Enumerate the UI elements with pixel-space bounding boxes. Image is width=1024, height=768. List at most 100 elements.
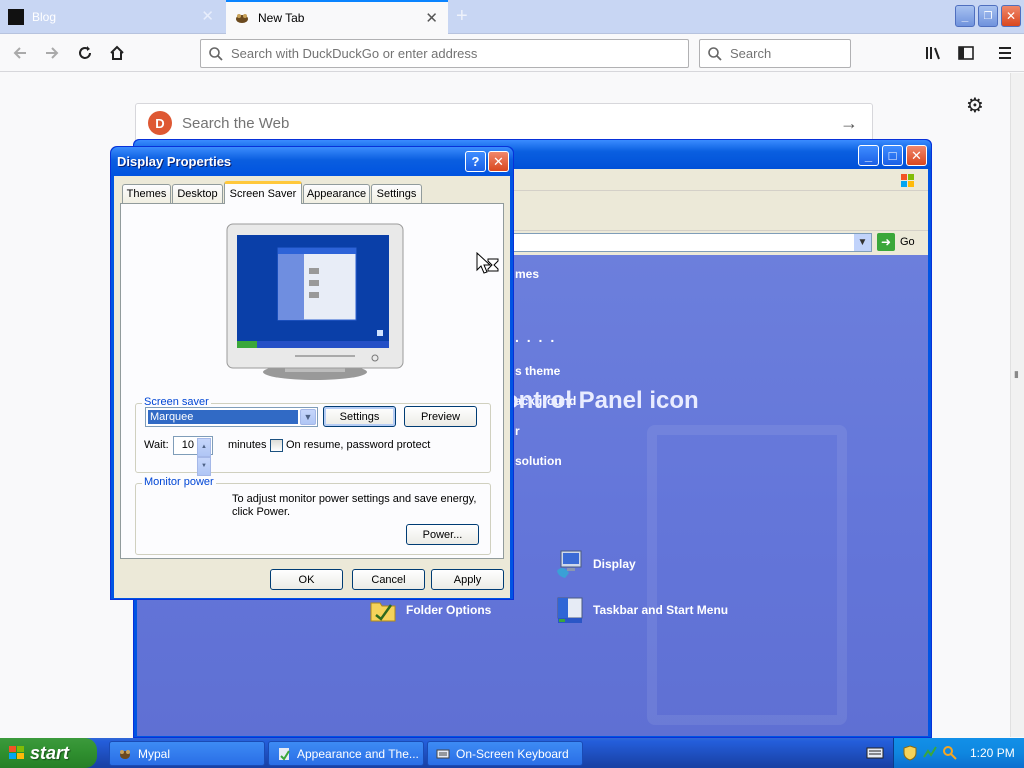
power-button[interactable]: Power... [406,524,479,545]
folder-options-label: Folder Options [406,603,492,617]
windows-logo-icon [901,174,914,187]
ok-button[interactable]: OK [270,569,343,590]
taskbar-item-on-screen-keyboard[interactable]: On-Screen Keyboard [427,741,583,766]
minimize-button[interactable]: _ [858,145,879,166]
menu-button[interactable] [993,42,1017,64]
task-link[interactable]: solution [515,454,562,468]
tab-screen-saver[interactable]: Screen Saver [224,181,302,204]
sidebar-button[interactable] [954,42,978,64]
keyboard-language-icon[interactable] [866,746,884,760]
reload-button[interactable] [73,42,97,64]
tab-themes[interactable]: Themes [122,184,171,203]
display-item[interactable]: Display [555,549,636,579]
wait-minutes-input[interactable]: 10 ▲ ▼ [173,436,213,476]
duckduckgo-logo-icon: D [148,111,172,135]
address-dropdown-button[interactable]: ▼ [854,234,871,251]
close-tab-icon[interactable]: ✕ [201,9,214,25]
security-shield-icon[interactable] [902,745,918,761]
task-link[interactable]: s theme [515,364,560,378]
taskbar-start-menu-item[interactable]: Taskbar and Start Menu [555,595,728,625]
apply-button[interactable]: Apply [431,569,504,590]
forward-button[interactable] [40,42,64,64]
wait-spinner[interactable]: ▲ ▼ [197,438,211,476]
chevron-down-icon: ▼ [300,409,316,425]
taskbar-start-menu-label: Taskbar and Start Menu [593,603,729,617]
mypal-icon [120,749,130,759]
network-icon[interactable] [922,745,938,761]
close-browser-button[interactable]: ✕ [1001,5,1021,27]
start-button[interactable]: start [0,738,97,768]
dialog-body: Themes Desktop Screen Saver Appearance S… [114,176,510,598]
tab-new-tab[interactable]: New Tab ✕ [226,0,448,34]
hamburger-menu-icon [999,47,1011,59]
preview-button[interactable]: Preview [404,406,477,427]
maximize-icon: □ [888,148,897,163]
navigation-bar: Search with DuckDuckGo or enter address … [0,34,1024,72]
task-link[interactable]: mes [515,267,539,281]
home-button[interactable] [105,42,129,64]
task-section-dots: . . . . [515,329,557,345]
web-search-placeholder: Search the Web [182,114,290,132]
tab-label: New Tab [258,11,305,25]
clock[interactable]: 1:20 PM [970,746,1015,760]
close-button[interactable]: ✕ [906,145,927,166]
help-button[interactable]: ? [465,151,486,172]
monitor-preview-icon [226,223,404,380]
taskbar-start-menu-icon [557,597,583,623]
close-icon: ✕ [911,147,922,163]
taskbar-item-label: On-Screen Keyboard [456,746,569,761]
task-link[interactable]: r [515,424,520,438]
tab-desktop[interactable]: Desktop [172,184,223,203]
forward-arrow-icon [46,47,59,59]
control-panel-icon [279,747,290,761]
tab-settings[interactable]: Settings [371,184,422,203]
cancel-button[interactable]: Cancel [352,569,425,590]
taskbar-item-appearance[interactable]: Appearance and The... [268,741,424,766]
tab-label: Blog [32,10,57,24]
monitor-power-group-label: Monitor power [142,476,216,488]
spin-up-icon[interactable]: ▲ [197,438,211,457]
close-tab-icon[interactable]: ✕ [425,11,438,27]
back-button[interactable] [8,42,32,64]
monitor-power-description: To adjust monitor power settings and sav… [232,493,477,518]
tab-appearance[interactable]: Appearance [303,184,370,203]
reload-icon [79,46,91,59]
new-tab-button[interactable]: + [456,6,468,26]
gear-icon[interactable]: ⚙ [966,93,984,118]
display-properties-dialog: Display Properties ? ✕ Themes Desktop Sc… [110,146,514,600]
mypal-favicon-icon [236,14,248,23]
library-button[interactable] [922,42,946,64]
password-protect-checkbox[interactable] [270,439,283,452]
dialog-close-button[interactable]: ✕ [488,151,509,172]
system-tray: 1:20 PM [893,738,1024,768]
search-submit-arrow-icon[interactable]: → [840,113,858,134]
minutes-label: minutes [228,439,267,451]
screen-saver-select[interactable]: Marquee ▼ [145,407,318,427]
spin-down-icon[interactable]: ▼ [197,457,211,476]
taskbar-item-mypal[interactable]: Mypal [109,741,265,766]
password-protect-label[interactable]: On resume, password protect [286,439,430,451]
magnifier-icon[interactable] [942,745,958,761]
control-panel-watermark [647,425,847,725]
display-label: Display [593,557,636,571]
tab-strip: Blog ✕ New Tab ✕ + _ ❐ ✕ [0,0,1024,34]
tab-blog[interactable]: Blog ✕ [0,0,224,34]
page-scrollbar[interactable]: ▮ [1010,73,1024,737]
minimize-browser-button[interactable]: _ [955,5,975,27]
settings-button[interactable]: Settings [323,406,396,427]
url-bar[interactable]: Search with DuckDuckGo or enter address [200,39,689,68]
display-icon [557,550,582,578]
search-bar[interactable]: Search [699,39,851,68]
web-search-box[interactable]: D Search the Web → [135,103,873,143]
library-icon [926,47,940,60]
minimize-icon: _ [864,148,873,163]
sidebar-icon [958,46,974,60]
dialog-title-bar[interactable]: Display Properties ? ✕ [111,147,513,176]
maximize-button[interactable]: □ [882,145,903,166]
screen-saver-panel: Screen saver Marquee ▼ Settings Preview … [120,203,504,559]
go-button[interactable]: ➜ Go [877,232,915,252]
search-placeholder: Search [730,46,772,61]
restore-browser-button[interactable]: ❐ [978,5,998,27]
windows-flag-icon [9,746,24,759]
start-label: start [30,742,70,763]
